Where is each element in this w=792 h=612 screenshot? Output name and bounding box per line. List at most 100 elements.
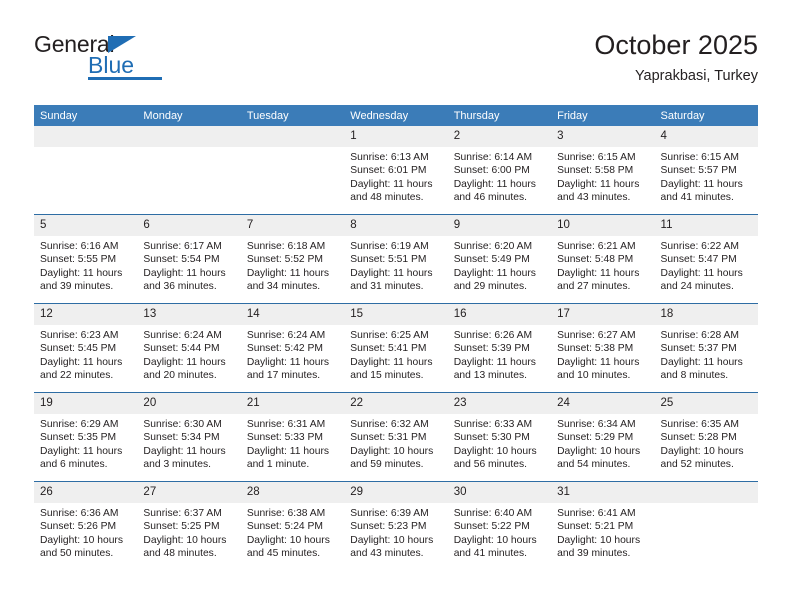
daylight-text-line2: and 13 minutes.	[453, 370, 527, 382]
sunrise-text: Sunrise: 6:24 AM	[246, 330, 326, 341]
calendar-day-cell: 19 Sunrise: 6:29 AM Sunset: 5:35 PM Dayligh…	[34, 392, 138, 482]
sunrise-text: Sunrise: 6:13 AM	[350, 152, 429, 163]
calendar-day-cell: 31 Sunrise: 6:41 AM Sunset: 5:21 PM Dayligh…	[551, 481, 655, 570]
daylight-text-line1: Daylight: 10 hours	[453, 534, 537, 546]
day-number: 11	[654, 215, 758, 236]
daylight-text-line1: Daylight: 11 hours	[246, 445, 330, 457]
calendar-week-row: 5 Sunrise: 6:16 AM Sunset: 5:55 PM Daylight…	[34, 214, 758, 304]
sunset-text: Sunset: 5:22 PM	[453, 521, 530, 533]
sunset-text: Sunset: 5:51 PM	[350, 254, 427, 266]
daylight-text-line1: Daylight: 11 hours	[246, 267, 330, 279]
column-header-thursday: Thursday	[447, 105, 552, 126]
calendar-day-cell: 14 Sunrise: 6:24 AM Sunset: 5:42 PM Dayligh…	[240, 303, 345, 393]
general-blue-logo: General Blue	[34, 31, 164, 81]
page-title: October 2025	[594, 30, 758, 60]
sunrise-text: Sunrise: 6:17 AM	[143, 241, 222, 252]
sunset-text: Sunset: 6:00 PM	[453, 165, 530, 177]
day-details: Sunrise: 6:34 AM Sunset: 5:29 PM Daylight:…	[551, 414, 654, 472]
sunset-text: Sunset: 5:35 PM	[40, 432, 117, 444]
day-details: Sunrise: 6:25 AM Sunset: 5:41 PM Daylight:…	[344, 325, 447, 383]
sunrise-text: Sunrise: 6:16 AM	[40, 241, 119, 252]
day-details: Sunrise: 6:28 AM Sunset: 5:37 PM Daylight:…	[655, 325, 758, 383]
daylight-text-line1: Daylight: 11 hours	[350, 178, 433, 190]
daylight-text-line2: and 56 minutes.	[453, 459, 527, 471]
day-details: Sunrise: 6:21 AM Sunset: 5:48 PM Daylight:…	[551, 236, 654, 294]
page-subtitle: Yaprakbasi, Turkey	[634, 68, 758, 84]
calendar-day-cell: 20 Sunrise: 6:30 AM Sunset: 5:34 PM Dayligh…	[137, 392, 241, 482]
calendar-day-cell: 1 Sunrise: 6:13 AM Sunset: 6:01 PM Daylight…	[344, 126, 448, 215]
daylight-text-line2: and 50 minutes.	[40, 548, 114, 560]
day-number	[654, 482, 758, 503]
daylight-text-line2: and 34 minutes.	[246, 281, 321, 293]
daylight-text-line1: Daylight: 11 hours	[557, 356, 640, 368]
day-number: 20	[137, 393, 241, 414]
logo-blue-text: Blue	[88, 52, 135, 78]
daylight-text-line2: and 29 minutes.	[453, 281, 527, 293]
day-details: Sunrise: 6:17 AM Sunset: 5:54 PM Daylight:…	[137, 236, 240, 294]
day-details: Sunrise: 6:18 AM Sunset: 5:52 PM Daylight:…	[241, 236, 344, 294]
sunrise-text: Sunrise: 6:14 AM	[453, 152, 533, 163]
calendar-week-row: 12 Sunrise: 6:23 AM Sunset: 5:45 PM Dayligh…	[34, 303, 758, 393]
daylight-text-line1: Daylight: 10 hours	[40, 534, 123, 546]
calendar-body: 1 Sunrise: 6:13 AM Sunset: 6:01 PM Daylight…	[34, 126, 758, 570]
sunrise-text: Sunrise: 6:20 AM	[453, 241, 533, 252]
day-details: Sunrise: 6:20 AM Sunset: 5:49 PM Daylight:…	[448, 236, 551, 294]
sunrise-sunset-calendar: Sunday Monday Tuesday Wednesday Thursday…	[34, 105, 758, 570]
day-details: Sunrise: 6:14 AM Sunset: 6:00 PM Daylight:…	[448, 147, 551, 205]
sunrise-text: Sunrise: 6:35 AM	[660, 419, 739, 430]
day-details: Sunrise: 6:22 AM Sunset: 5:47 PM Daylight:…	[655, 236, 758, 294]
calendar-day-cell: 4 Sunrise: 6:15 AM Sunset: 5:57 PM Daylight…	[654, 126, 758, 215]
sunrise-text: Sunrise: 6:21 AM	[557, 241, 636, 252]
day-details: Sunrise: 6:16 AM Sunset: 5:55 PM Daylight:…	[34, 236, 137, 294]
daylight-text-line2: and 43 minutes.	[557, 192, 631, 204]
daylight-text-line2: and 27 minutes.	[557, 281, 631, 293]
calendar-day-cell: 22 Sunrise: 6:32 AM Sunset: 5:31 PM Dayligh…	[344, 392, 448, 482]
calendar-day-cell: 17 Sunrise: 6:27 AM Sunset: 5:38 PM Dayligh…	[551, 303, 655, 393]
day-number: 9	[447, 215, 552, 236]
sunrise-text: Sunrise: 6:31 AM	[246, 419, 326, 430]
calendar-day-cell: 16 Sunrise: 6:26 AM Sunset: 5:39 PM Dayligh…	[447, 303, 552, 393]
sunset-text: Sunset: 5:49 PM	[453, 254, 530, 266]
sunset-text: Sunset: 5:28 PM	[660, 432, 737, 444]
calendar-day-cell: 8 Sunrise: 6:19 AM Sunset: 5:51 PM Daylight…	[344, 214, 448, 304]
sunset-text: Sunset: 5:57 PM	[660, 165, 737, 177]
sunrise-text: Sunrise: 6:29 AM	[40, 419, 119, 430]
sunset-text: Sunset: 5:21 PM	[557, 521, 634, 533]
sunset-text: Sunset: 5:23 PM	[350, 521, 427, 533]
day-details: Sunrise: 6:19 AM Sunset: 5:51 PM Daylight:…	[344, 236, 447, 294]
daylight-text-line1: Daylight: 11 hours	[660, 267, 743, 279]
sunrise-text: Sunrise: 6:40 AM	[453, 508, 533, 519]
daylight-text-line2: and 41 minutes.	[453, 548, 527, 560]
day-details: Sunrise: 6:26 AM Sunset: 5:39 PM Daylight:…	[448, 325, 551, 383]
sunrise-text: Sunrise: 6:24 AM	[143, 330, 222, 341]
daylight-text-line2: and 6 minutes.	[40, 459, 108, 471]
day-number	[34, 126, 138, 147]
sunrise-text: Sunrise: 6:27 AM	[557, 330, 636, 341]
daylight-text-line2: and 31 minutes.	[350, 281, 424, 293]
calendar-day-cell: 12 Sunrise: 6:23 AM Sunset: 5:45 PM Dayligh…	[34, 303, 138, 393]
sunrise-text: Sunrise: 6:26 AM	[453, 330, 533, 341]
logo-triangle-icon	[108, 36, 136, 53]
day-number: 17	[551, 304, 655, 325]
daylight-text-line1: Daylight: 11 hours	[453, 356, 536, 368]
sunrise-text: Sunrise: 6:22 AM	[660, 241, 739, 252]
sunset-text: Sunset: 5:52 PM	[246, 254, 323, 266]
day-number	[240, 126, 345, 147]
sunset-text: Sunset: 5:39 PM	[453, 343, 530, 355]
daylight-text-line1: Daylight: 11 hours	[557, 178, 640, 190]
day-number: 8	[344, 215, 448, 236]
daylight-text-line2: and 20 minutes.	[143, 370, 217, 382]
calendar-day-cell-empty	[654, 481, 758, 570]
day-details: Sunrise: 6:29 AM Sunset: 5:35 PM Daylight:…	[34, 414, 137, 472]
calendar-day-cell: 13 Sunrise: 6:24 AM Sunset: 5:44 PM Dayligh…	[137, 303, 241, 393]
sunrise-text: Sunrise: 6:15 AM	[660, 152, 739, 163]
calendar-day-cell: 21 Sunrise: 6:31 AM Sunset: 5:33 PM Dayligh…	[240, 392, 345, 482]
day-number: 15	[344, 304, 448, 325]
day-details: Sunrise: 6:30 AM Sunset: 5:34 PM Daylight:…	[137, 414, 240, 472]
day-number: 14	[240, 304, 345, 325]
logo-underline	[88, 77, 162, 80]
day-details: Sunrise: 6:40 AM Sunset: 5:22 PM Daylight:…	[448, 503, 551, 561]
day-number: 29	[344, 482, 448, 503]
sunrise-text: Sunrise: 6:18 AM	[246, 241, 326, 252]
sunset-text: Sunset: 5:38 PM	[557, 343, 634, 355]
